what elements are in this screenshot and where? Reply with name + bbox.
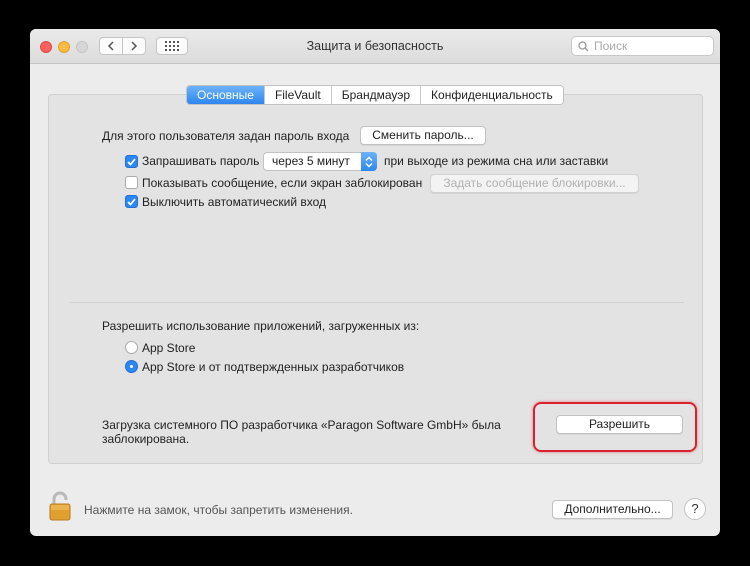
require-password-delay-value: через 5 минут <box>272 154 350 168</box>
radio-identified-developers-label: App Store и от подтвержденных разработчи… <box>142 360 405 374</box>
password-label: Для этого пользователя задан пароль вход… <box>102 129 350 143</box>
disable-autologin-checkbox[interactable] <box>125 195 138 208</box>
section-divider <box>70 302 684 303</box>
require-password-delay-select[interactable]: через 5 минут <box>263 152 377 171</box>
radio-identified-developers[interactable] <box>125 360 138 373</box>
zoom-window-button[interactable] <box>76 41 88 53</box>
radio-app-store-label: App Store <box>142 341 196 355</box>
checkmark-icon <box>127 197 136 206</box>
show-message-label: Показывать сообщение, если экран заблоки… <box>142 176 423 190</box>
disable-autologin-label: Выключить автоматический вход <box>142 195 327 209</box>
require-password-checkbox[interactable] <box>125 155 138 168</box>
back-button[interactable] <box>99 37 123 55</box>
require-password-suffix: при выходе из режима сна или заставки <box>384 154 609 168</box>
advanced-button[interactable]: Дополнительно... <box>552 500 673 519</box>
blocked-message-line2: заблокирована. <box>102 432 190 446</box>
window-title: Защита и безопасность <box>306 39 444 53</box>
search-placeholder: Поиск <box>594 39 628 53</box>
tab-bar: Основные FileVault Брандмауэр Конфиденци… <box>186 85 564 105</box>
require-password-label: Запрашивать пароль <box>142 154 260 168</box>
search-field[interactable]: Поиск <box>571 36 714 56</box>
title-bar: Защита и безопасность Поиск <box>30 29 720 64</box>
show-message-checkbox[interactable] <box>125 176 138 189</box>
radio-app-store[interactable] <box>125 341 138 354</box>
show-all-button[interactable] <box>156 37 188 55</box>
lock-hint: Нажмите на замок, чтобы запретить измене… <box>84 503 353 517</box>
allow-button[interactable]: Разрешить <box>556 415 683 434</box>
set-lock-message-button[interactable]: Задать сообщение блокировки... <box>430 174 639 193</box>
lock-icon[interactable] <box>48 491 74 524</box>
allow-apps-heading: Разрешить использование приложений, загр… <box>102 319 420 333</box>
grid-icon <box>165 41 179 51</box>
tab-filevault[interactable]: FileVault <box>263 86 331 104</box>
checkmark-icon <box>127 157 136 166</box>
security-window: Защита и безопасность Поиск Основные Fil… <box>30 29 720 536</box>
change-password-button[interactable]: Сменить пароль... <box>360 126 486 145</box>
tab-privacy[interactable]: Конфиденциальность <box>420 86 563 104</box>
help-button[interactable]: ? <box>684 498 706 520</box>
tab-firewall[interactable]: Брандмауэр <box>330 86 421 104</box>
chevron-left-icon <box>107 41 114 51</box>
close-window-button[interactable] <box>40 41 52 53</box>
stepper-arrows-icon <box>361 152 377 171</box>
blocked-message-line1: Загрузка системного ПО разработчика «Par… <box>102 418 501 432</box>
search-icon <box>578 40 589 51</box>
forward-button[interactable] <box>122 37 146 55</box>
minimize-window-button[interactable] <box>58 41 70 53</box>
chevron-right-icon <box>131 41 138 51</box>
tab-general[interactable]: Основные <box>187 86 264 104</box>
